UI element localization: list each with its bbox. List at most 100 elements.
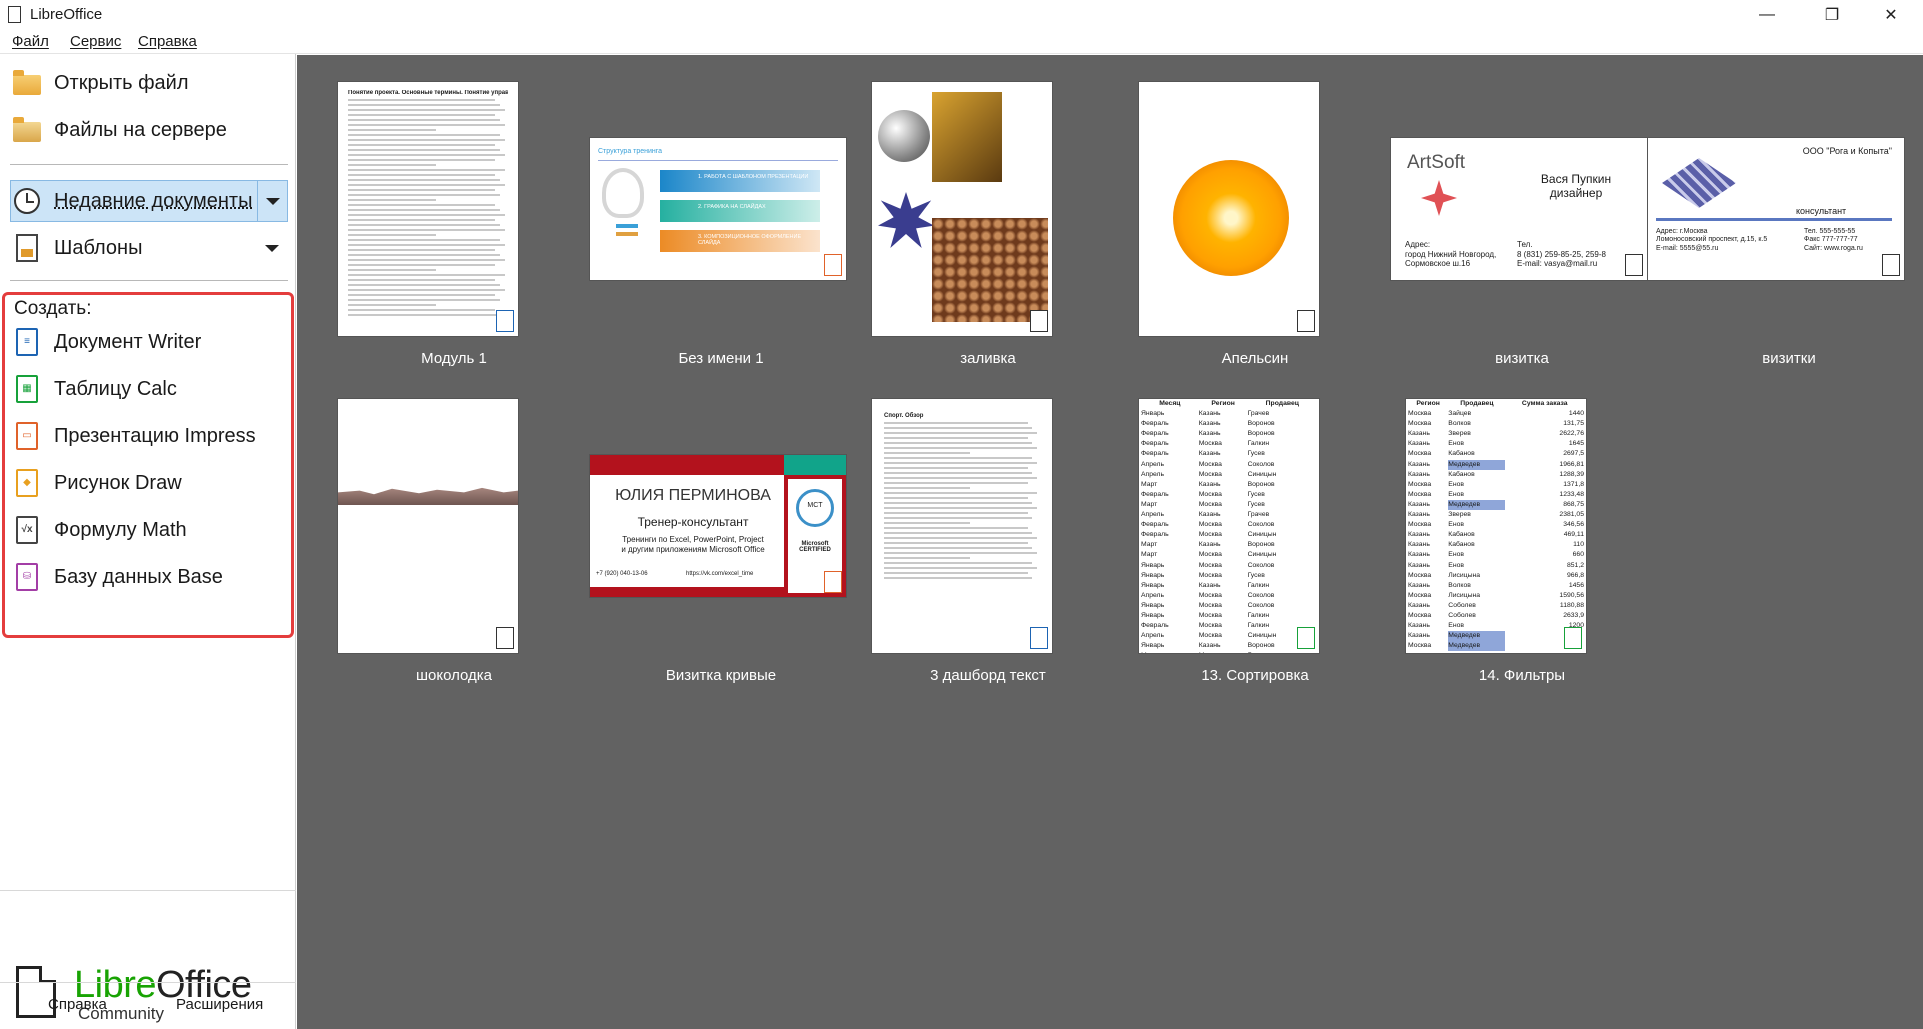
- menu-help[interactable]: Справка: [138, 33, 197, 50]
- create-writer-button[interactable]: ≡ Документ Writer: [10, 322, 286, 362]
- table-cell: Лисицына: [1448, 591, 1481, 599]
- table-cell: Енов: [1448, 622, 1464, 630]
- table-cell: Март: [1141, 551, 1158, 559]
- card-person: ЮЛИЯ ПЕРМИНОВА: [615, 487, 771, 504]
- card-role: дизайнер: [1549, 186, 1603, 201]
- recent-file-tile[interactable]: заливка: [854, 82, 1122, 382]
- recent-file-tile[interactable]: ArtSoft Вася Пупкин дизайнер Адрес: горо…: [1388, 82, 1656, 382]
- text-line: [348, 224, 500, 226]
- table-cell: Соболев: [1448, 601, 1476, 609]
- close-button[interactable]: ✕: [1862, 0, 1920, 30]
- table-cell: Москва: [1408, 450, 1432, 458]
- table-cell: Кабанов: [1448, 531, 1475, 539]
- recent-file-tile[interactable]: шоколодка: [320, 399, 588, 699]
- remote-files-button[interactable]: Файлы на сервере: [10, 110, 286, 150]
- text-line: [884, 462, 1037, 464]
- table-cell: Кабанов: [1448, 541, 1475, 549]
- recent-documents-item[interactable]: Недавние документы: [10, 181, 286, 221]
- table-row: МартМоскваГалкин: [1141, 651, 1317, 653]
- table-cell: Март: [1141, 500, 1158, 508]
- text-line: [348, 104, 500, 106]
- table-cell: Воронов: [1247, 541, 1275, 549]
- table-row: Казань Зверев 2622,76: [1408, 429, 1584, 439]
- table-cell: Москва: [1408, 521, 1432, 529]
- text-line: [348, 164, 436, 166]
- recent-file-tile[interactable]: Спорт. Обзор 3 дашборд текст: [854, 399, 1122, 699]
- table-row: Казань Медведев 1966,81: [1408, 459, 1584, 470]
- table-row: Москва Лисицына 1590,56: [1408, 591, 1584, 601]
- table-cell: Москва: [1198, 521, 1222, 529]
- templates-button[interactable]: Шаблоны: [10, 228, 286, 268]
- create-impress-button[interactable]: ▭ Презентацию Impress: [10, 416, 286, 456]
- create-base-button[interactable]: ⛁ Базу данных Base: [10, 557, 286, 597]
- help-button[interactable]: Справка: [48, 996, 107, 1013]
- start-center-sidebar: Открыть файл Файлы на сервере Недавние д…: [0, 54, 296, 1029]
- table-row: Февраль Москва Гусев: [1141, 490, 1317, 500]
- create-math-button[interactable]: √x Формулу Math: [10, 510, 286, 550]
- text-line: [348, 234, 436, 236]
- table-cell: Москва: [1408, 571, 1432, 579]
- table-cell: Казань: [1198, 450, 1221, 458]
- table-cell: 868,75: [1563, 500, 1584, 508]
- create-draw-button[interactable]: ◆ Рисунок Draw: [10, 463, 286, 503]
- text-line: [348, 269, 436, 271]
- recent-file-tile[interactable]: Месяц Регион Продавец Январь Казань Грачев Фев…: [1121, 399, 1389, 699]
- create-calc-button[interactable]: ▦ Таблицу Calc: [10, 369, 286, 409]
- templates-dropdown-button[interactable]: [257, 228, 287, 268]
- recent-file-tile[interactable]: Апельсин: [1121, 82, 1389, 382]
- table-row: Москва Волков 131,75: [1408, 419, 1584, 429]
- table-row: Москва Лисицына 966,8: [1408, 571, 1584, 581]
- text-line: [884, 427, 1033, 429]
- table-row: Февраль Москва Галкин: [1141, 439, 1317, 449]
- recent-file-tile[interactable]: Понятие проекта. Основные термины. Понят…: [320, 82, 588, 382]
- table-row: Февраль Москва Галкин: [1141, 621, 1317, 631]
- recent-file-tile[interactable]: Регион Продавец Сумма заказа Москва Зайцев 14…: [1388, 399, 1656, 699]
- table-cell: 131,75: [1563, 420, 1584, 428]
- table-cell: Москва: [1408, 480, 1432, 488]
- table-cell: Москва: [1408, 642, 1432, 650]
- table-cell: Москва: [1198, 622, 1222, 630]
- table-cell: Казань: [1198, 480, 1221, 488]
- libreoffice-icon: [8, 6, 21, 23]
- open-file-button[interactable]: Открыть файл: [10, 63, 286, 103]
- text-line: [884, 562, 1033, 564]
- text-line: [348, 124, 505, 126]
- minimize-button[interactable]: —: [1738, 0, 1796, 30]
- thumbnail: ArtSoft Вася Пупкин дизайнер Адрес: горо…: [1391, 138, 1647, 280]
- table-cell: Москва: [1408, 591, 1432, 599]
- title-bar: LibreOffice — ❐ ✕: [0, 0, 1923, 30]
- recent-file-tile[interactable]: ООО "Рога и Копыта" консультант Адрес: г…: [1648, 82, 1923, 382]
- table-cell: Енов: [1448, 521, 1464, 529]
- table-cell: Енов: [1448, 551, 1464, 559]
- text-line: [348, 279, 496, 281]
- table-cell: Галкин: [1248, 651, 1317, 653]
- table-cell: Лисицына: [1448, 571, 1481, 579]
- recent-file-tile[interactable]: MCT Microsoft CERTIFIED ЮЛИЯ ПЕРМИНОВА Т…: [587, 399, 855, 699]
- table-cell: Енов: [1448, 440, 1464, 448]
- maximize-button[interactable]: ❐: [1803, 0, 1861, 30]
- recent-file-tile[interactable]: Структура тренинга 1. РАБОТА С ШАБЛОНОМ …: [587, 82, 855, 382]
- text-line: [348, 139, 505, 141]
- table-cell: Казань: [1198, 541, 1221, 549]
- table-row: Москва Енов 1371,8: [1408, 480, 1584, 490]
- table-cell: Январь: [1141, 642, 1165, 650]
- table-cell: Казань: [1408, 500, 1430, 508]
- table-row: Казань Енов 851,2: [1408, 561, 1584, 571]
- thumbnail: Регион Продавец Сумма заказа Москва Зайцев 14…: [1406, 399, 1586, 653]
- menu-file[interactable]: Файл: [12, 33, 49, 50]
- menu-tools[interactable]: Сервис: [70, 33, 121, 50]
- create-item-label: Презентацию Impress: [54, 424, 256, 447]
- file-name: Апельсин: [1221, 350, 1289, 367]
- clock-icon: [10, 184, 44, 218]
- create-item-label: Формулу Math: [54, 518, 187, 541]
- table-cell: Москва: [1198, 490, 1222, 498]
- table-cell: Синицын: [1247, 551, 1277, 559]
- table-row: Февраль Москва Синицын: [1141, 530, 1317, 540]
- create-item-label: Рисунок Draw: [54, 471, 182, 494]
- table-cell: 1233,48: [1559, 490, 1584, 498]
- column-header: Месяц: [1159, 400, 1181, 407]
- table-cell: Зверев: [1448, 511, 1471, 519]
- recent-dropdown-button[interactable]: [257, 181, 287, 221]
- table-cell: Москва: [1198, 551, 1222, 559]
- extensions-button[interactable]: Расширения: [176, 996, 263, 1013]
